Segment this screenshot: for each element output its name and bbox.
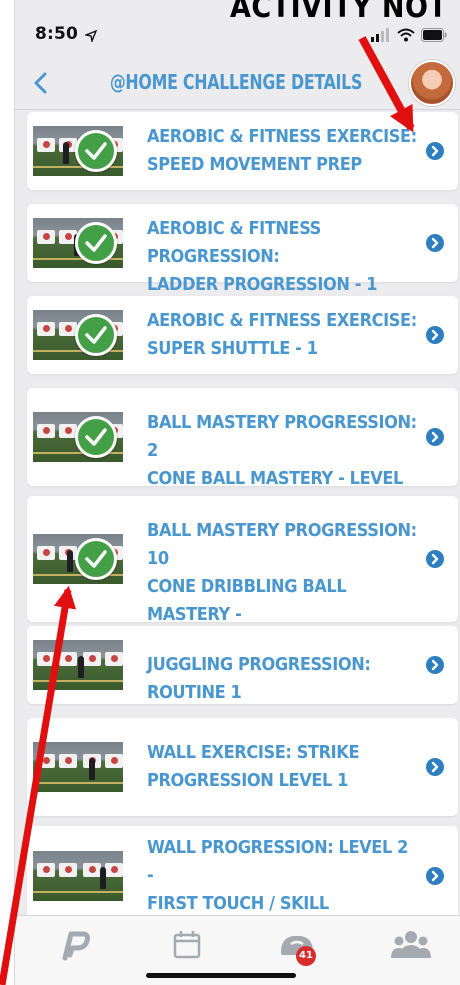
status-icons [371, 28, 447, 42]
tab-activities[interactable]: 41 [277, 928, 317, 966]
activity-card[interactable]: AEROBIC & FITNESS EXERCISE: SUPER SHUTTLE… [27, 296, 458, 374]
checkmark-icon [85, 142, 107, 160]
activity-title: AEROBIC & FITNESS PROGRESSION: LADDER PRO… [147, 215, 419, 299]
activity-title: JUGGLING PROGRESSION: ROUTINE 1 [147, 651, 419, 707]
activity-thumbnail [33, 851, 123, 901]
activity-thumbnail [33, 640, 123, 690]
chevron-right-icon[interactable] [426, 428, 444, 446]
activity-card[interactable]: BALL MASTERY PROGRESSION: 10 CONE DRIBBLI… [27, 496, 458, 653]
chevron-right-icon[interactable] [426, 867, 444, 885]
chevron-right-icon[interactable] [426, 656, 444, 674]
activity-card[interactable]: BALL MASTERY PROGRESSION: 2 CONE BALL MAS… [27, 388, 458, 517]
activity-title: WALL EXERCISE: STRIKE PROGRESSION LEVEL 1 [147, 739, 419, 795]
avatar[interactable] [409, 60, 455, 106]
checkmark-icon [85, 428, 107, 446]
completed-check-badge [75, 130, 117, 172]
activity-card[interactable]: JUGGLING PROGRESSION: ROUTINE 1 [27, 626, 458, 704]
activity-card[interactable]: AEROBIC & FITNESS PROGRESSION: LADDER PRO… [27, 204, 458, 295]
notification-badge: 41 [296, 946, 316, 966]
activity-title-line: SPEED MOVEMENT PREP [147, 154, 362, 175]
activity-title-line: SUPER SHUTTLE - 1 [147, 338, 318, 359]
page-title: @HOME CHALLENGE DETAILS [109, 70, 363, 94]
activity-title-line: WALL EXERCISE: STRIKE [147, 742, 360, 763]
chevron-right-icon[interactable] [426, 142, 444, 160]
activity-title-line: PROGRESSION LEVEL 1 [147, 770, 349, 791]
team-icon[interactable] [391, 928, 431, 962]
location-arrow-icon [85, 30, 97, 42]
activity-title-line: CONE DRIBBLING BALL MASTERY - [147, 576, 347, 625]
status-time: 8:50 [35, 24, 79, 44]
completed-check-badge [75, 314, 117, 356]
activity-title-line: AEROBIC & FITNESS EXERCISE: [147, 310, 417, 331]
activity-card[interactable]: WALL EXERCISE: STRIKE PROGRESSION LEVEL 1 [27, 718, 458, 816]
activity-thumbnail [33, 742, 123, 792]
checkmark-icon [85, 234, 107, 252]
brand-logo-icon[interactable] [55, 928, 95, 962]
activity-title-line: BALL MASTERY PROGRESSION: 2 [147, 412, 417, 461]
activity-title-line: LADDER PROGRESSION - 1 [147, 274, 378, 295]
wifi-icon [397, 28, 415, 42]
annotation-text: ACTIVITY NOT [230, 0, 448, 25]
activity-title: AEROBIC & FITNESS EXERCISE: SPEED MOVEMEN… [147, 123, 419, 179]
completed-check-badge [75, 416, 117, 458]
activity-title-line: JUGGLING PROGRESSION: ROUTINE 1 [147, 654, 371, 703]
back-chevron-icon[interactable] [27, 66, 57, 100]
phone-screen: 8:50 @HOME CHALLENGE DETAILS AEROBIC & F… [14, 0, 460, 985]
completed-check-badge [75, 538, 117, 580]
activity-title-line: AEROBIC & FITNESS PROGRESSION: [147, 218, 321, 267]
signal-icon [371, 28, 389, 42]
chevron-right-icon[interactable] [426, 758, 444, 776]
calendar-icon[interactable] [167, 928, 207, 962]
chevron-right-icon[interactable] [426, 234, 444, 252]
completed-check-badge [75, 222, 117, 264]
activity-title-line: WALL PROGRESSION: LEVEL 2 - [147, 837, 408, 886]
chevron-right-icon[interactable] [426, 550, 444, 568]
activity-title-line: BALL MASTERY PROGRESSION: 10 [147, 520, 417, 569]
chevron-right-icon[interactable] [426, 326, 444, 344]
battery-icon [421, 28, 447, 42]
activity-card[interactable]: WALL PROGRESSION: LEVEL 2 - FIRST TOUCH /… [27, 826, 458, 970]
home-indicator [146, 973, 296, 978]
activity-title-line: AEROBIC & FITNESS EXERCISE: [147, 126, 417, 147]
checkmark-icon [85, 550, 107, 568]
checkmark-icon [85, 326, 107, 344]
activity-card[interactable]: AEROBIC & FITNESS EXERCISE: SPEED MOVEMEN… [27, 112, 458, 190]
activity-title: AEROBIC & FITNESS EXERCISE: SUPER SHUTTLE… [147, 307, 419, 363]
nav-header: @HOME CHALLENGE DETAILS [15, 58, 460, 110]
